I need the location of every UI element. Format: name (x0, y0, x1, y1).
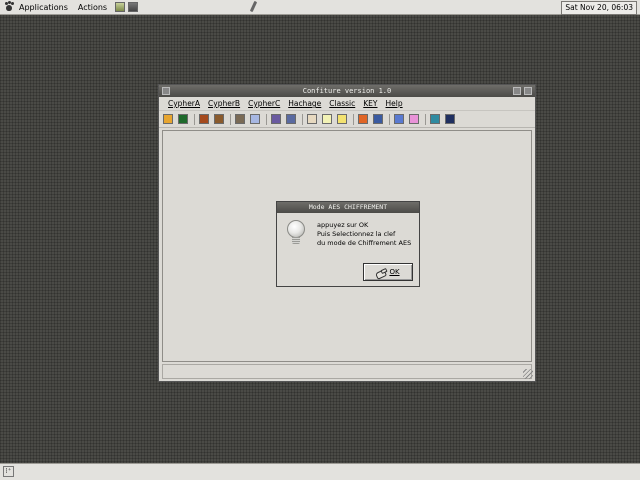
menu-cyphera[interactable]: CypherA (164, 97, 204, 110)
menu-help[interactable]: Help (382, 97, 407, 110)
top-panel: Applications Actions Sat Nov 20, 06:03 (0, 0, 640, 15)
toolbar-separator (389, 113, 390, 125)
dialog-title: Mode AES CHIFFREMENT (308, 203, 388, 211)
pencil-applet-icon[interactable] (248, 1, 258, 13)
resize-grip[interactable] (523, 369, 533, 379)
menu-cypherc[interactable]: CypherC (244, 97, 284, 110)
menubar: CypherA CypherB CypherC Hachage Classic … (159, 97, 535, 111)
toolbar-button-icon-4-2[interactable] (286, 114, 296, 124)
terminal-launcher-icon[interactable] (128, 2, 139, 12)
toolbar-button-icon-3-2[interactable] (250, 114, 260, 124)
toolbar-button-icon-5-2[interactable] (322, 114, 332, 124)
applications-menu[interactable]: Applications (14, 0, 73, 15)
menu-hachage[interactable]: Hachage (284, 97, 325, 110)
menu-classic[interactable]: Classic (325, 97, 359, 110)
toolbar-button-icon-6-1[interactable] (358, 114, 368, 124)
toolbar-button-icon-8-2[interactable] (445, 114, 455, 124)
toolbar-separator (425, 113, 426, 125)
maximize-icon[interactable] (524, 87, 532, 95)
window-titlebar[interactable]: Confiture version 1.0 (159, 85, 535, 97)
hand-icon (376, 269, 386, 276)
toolbar (159, 111, 535, 128)
message-line-1: appuyez sur OK (317, 221, 369, 229)
dialog-message: appuyez sur OK Puis Selectionnez la clef… (317, 221, 411, 248)
toolbar-button-icon-8-1[interactable] (430, 114, 440, 124)
toolbar-button-icon-7-2[interactable] (409, 114, 419, 124)
toolbar-button-icon-2-1[interactable] (199, 114, 209, 124)
ok-button[interactable]: OK (363, 263, 413, 281)
menu-cypherb[interactable]: CypherB (204, 97, 244, 110)
toolbar-button-icon-1-2[interactable] (178, 114, 188, 124)
toolbar-button-icon-2-2[interactable] (214, 114, 224, 124)
ok-label: OK (389, 268, 400, 276)
text-editor-launcher-icon[interactable] (115, 2, 126, 12)
gnome-foot-icon[interactable] (4, 2, 14, 12)
toolbar-button-icon-3-1[interactable] (235, 114, 245, 124)
toolbar-button-icon-7-1[interactable] (394, 114, 404, 124)
toolbar-separator (194, 113, 195, 125)
toolbar-separator (266, 113, 267, 125)
dialog-titlebar[interactable]: Mode AES CHIFFREMENT (277, 202, 419, 213)
toolbar-button-icon-1-1[interactable] (163, 114, 173, 124)
aes-dialog: Mode AES CHIFFREMENT appuyez sur OK Puis… (276, 201, 420, 287)
bottom-panel: ⁞⁺ (0, 463, 640, 480)
toolbar-button-icon-5-1[interactable] (307, 114, 317, 124)
message-line-2: Puis Selectionnez la clef (317, 230, 396, 238)
toolbar-button-icon-4-1[interactable] (271, 114, 281, 124)
status-bar (162, 364, 532, 379)
window-title: Confiture version 1.0 (302, 87, 392, 95)
toolbar-separator (230, 113, 231, 125)
toolbar-button-icon-5-3[interactable] (337, 114, 347, 124)
lightbulb-icon (287, 220, 305, 248)
toolbar-button-icon-6-2[interactable] (373, 114, 383, 124)
show-desktop-icon[interactable]: ⁞⁺ (3, 466, 14, 477)
message-line-3: du mode de Chiffrement AES (317, 239, 412, 247)
toolbar-separator (302, 113, 303, 125)
actions-menu[interactable]: Actions (73, 0, 112, 15)
window-menu-icon[interactable] (162, 87, 170, 95)
toolbar-separator (353, 113, 354, 125)
clock[interactable]: Sat Nov 20, 06:03 (561, 1, 637, 15)
menu-key[interactable]: KEY (359, 97, 381, 110)
minimize-icon[interactable] (513, 87, 521, 95)
